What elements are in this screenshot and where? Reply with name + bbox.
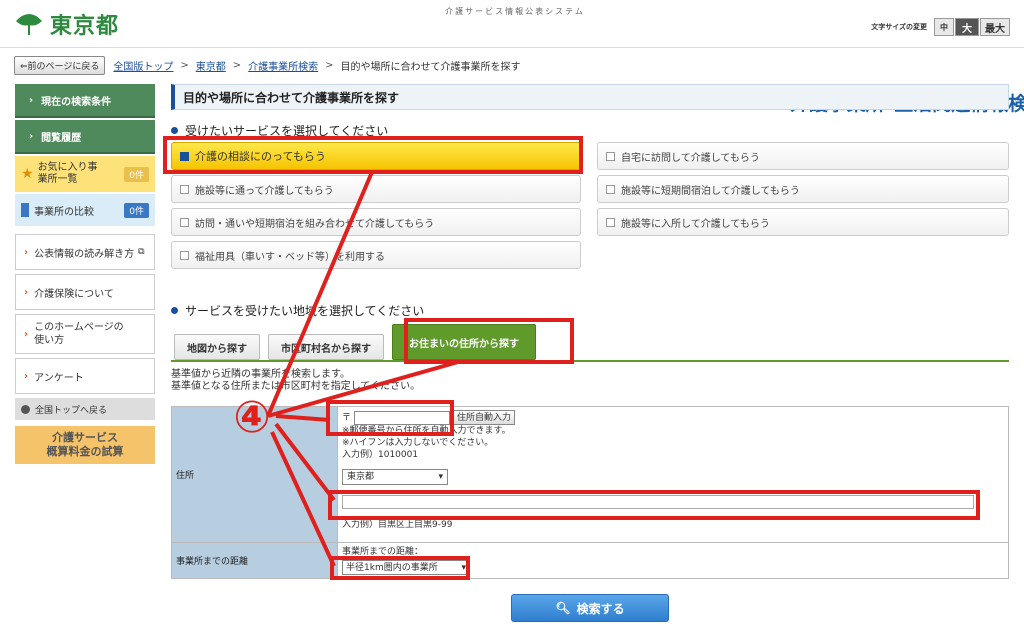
tab-underline bbox=[171, 360, 1009, 362]
annotation-box-consultation bbox=[163, 136, 583, 174]
service-option-day-service[interactable]: 施設等に通って介護してもらう bbox=[171, 175, 581, 203]
checkbox-icon bbox=[180, 217, 189, 227]
sidebar-fee-calculator[interactable]: 介護サービス 概算料金の試算 bbox=[15, 426, 155, 464]
sidebar-back-top[interactable]: 全国トップへ戻る bbox=[15, 398, 155, 420]
sidebar-current-conditions[interactable]: 現在の検索条件 bbox=[15, 84, 155, 118]
site-title: 介護事業所･生活関連情報検索 介護サービス情報公表システム bbox=[330, 5, 1024, 115]
zip-note-2: ※ハイフンは入力しないでください。 bbox=[342, 438, 494, 448]
main-content: 目的や場所に合わせて介護事業所を探す 受けたいサービスを選択してください 介護の… bbox=[167, 84, 1009, 622]
chevron-down-icon: ▾ bbox=[438, 472, 443, 482]
sidebar-link-reading-guide[interactable]: 公表情報の読み解き方⧉ bbox=[15, 234, 155, 270]
checkbox-icon bbox=[606, 151, 615, 161]
star-icon: ★ bbox=[21, 166, 34, 182]
favorites-count-badge: 0件 bbox=[124, 166, 149, 182]
checkbox-icon bbox=[606, 184, 615, 194]
sidebar: 現在の検索条件 閲覧履歴 ★ お気に入り事業所一覧 0件 事業所の比較 0件 公… bbox=[15, 84, 155, 464]
site-title-sub: 介護サービス情報公表システム bbox=[445, 7, 585, 16]
breadcrumb-facility-search[interactable]: 介護事業所検索 bbox=[248, 58, 318, 73]
service-option-combined[interactable]: 訪問・通いや短期宿泊を組み合わせて介護してもらう bbox=[171, 208, 581, 236]
address-example: 入力例）目黒区上目黒9-99 bbox=[342, 520, 453, 530]
circle-arrow-icon bbox=[21, 404, 30, 414]
breadcrumb-separator: > bbox=[325, 60, 334, 71]
annotation-step-number: ④ bbox=[233, 392, 271, 443]
sidebar-link-insurance[interactable]: 介護保険について bbox=[15, 274, 155, 310]
sidebar-history[interactable]: 閲覧履歴 bbox=[15, 120, 155, 154]
area-heading: サービスを受けたい地域を選択してください bbox=[171, 302, 424, 319]
header: 東京都 介護事業所･生活関連情報検索 介護サービス情報公表システム 文字サイズの… bbox=[0, 0, 1024, 115]
breadcrumb-tokyo[interactable]: 東京都 bbox=[196, 58, 226, 73]
annotation-box-zip bbox=[326, 400, 454, 436]
font-size-medium-button[interactable]: 中 bbox=[934, 18, 954, 36]
font-size-xlarge-button[interactable]: 最大 bbox=[980, 18, 1010, 36]
annotation-box-address-tab bbox=[404, 318, 574, 364]
compare-icon bbox=[21, 203, 29, 217]
address-info-text: 基準値から近隣の事業所を検索します。 基準値となる住所または市区町村を指定してく… bbox=[171, 369, 421, 392]
sidebar-link-survey[interactable]: アンケート bbox=[15, 358, 155, 394]
sidebar-link-how-to-use[interactable]: このホームページの使い方 bbox=[15, 314, 155, 354]
section-title: 目的や場所に合わせて介護事業所を探す bbox=[171, 84, 1009, 110]
search-button[interactable]: 🔍︎ 検索する bbox=[511, 594, 669, 622]
service-option-welfare-equipment[interactable]: 福祉用具（車いす・ベッド等）を利用する bbox=[171, 241, 581, 269]
arrow-left-icon: ⇐ bbox=[20, 62, 28, 72]
logo-text: 東京都 bbox=[50, 14, 120, 39]
breadcrumb-separator: > bbox=[180, 60, 189, 71]
zip-autofill-button[interactable]: 住所自動入力 bbox=[453, 410, 516, 425]
back-button[interactable]: ⇐前のページに戻る bbox=[14, 56, 106, 75]
breadcrumb-separator: > bbox=[232, 60, 242, 71]
zip-example: 入力例）1010001 bbox=[342, 450, 419, 460]
checkbox-icon bbox=[180, 184, 189, 194]
font-size-switcher: 文字サイズの変更 中 大 最大 bbox=[871, 18, 1010, 36]
checkbox-icon bbox=[606, 217, 615, 227]
breadcrumb-national-top[interactable]: 全国版トップ bbox=[113, 58, 173, 73]
service-option-home-visit[interactable]: 自宅に訪問して介護してもらう bbox=[597, 142, 1009, 170]
compare-count-badge: 0件 bbox=[124, 202, 149, 218]
external-link-icon: ⧉ bbox=[138, 247, 145, 257]
annotation-box-distance bbox=[330, 556, 470, 580]
search-icon: 🔍︎ bbox=[555, 601, 571, 615]
ginkgo-logo-icon bbox=[16, 14, 42, 35]
annotation-box-address-input bbox=[328, 490, 980, 520]
distance-label: 事業所までの距離 bbox=[171, 542, 338, 579]
sidebar-compare[interactable]: 事業所の比較 0件 bbox=[15, 194, 155, 226]
tab-municipality-search[interactable]: 市区町村名から探す bbox=[268, 334, 384, 360]
service-option-short-stay[interactable]: 施設等に短期間宿泊して介護してもらう bbox=[597, 175, 1009, 203]
breadcrumb-current: 目的や場所に合わせて介護事業所を探す bbox=[340, 62, 521, 73]
sidebar-favorites[interactable]: ★ お気に入り事業所一覧 0件 bbox=[15, 156, 155, 192]
tab-map-search[interactable]: 地図から探す bbox=[174, 334, 260, 360]
tokyo-logo[interactable]: 東京都 bbox=[14, 8, 119, 40]
checkbox-icon bbox=[180, 250, 189, 260]
font-size-large-button[interactable]: 大 bbox=[955, 18, 979, 36]
font-size-label: 文字サイズの変更 bbox=[871, 23, 927, 31]
breadcrumb: ⇐前のページに戻る 全国版トップ > 東京都 > 介護事業所検索 > 目的や場所… bbox=[14, 56, 521, 75]
prefecture-select[interactable]: 東京都 ▾ bbox=[342, 469, 448, 485]
service-option-residential[interactable]: 施設等に入所して介護してもらう bbox=[597, 208, 1009, 236]
